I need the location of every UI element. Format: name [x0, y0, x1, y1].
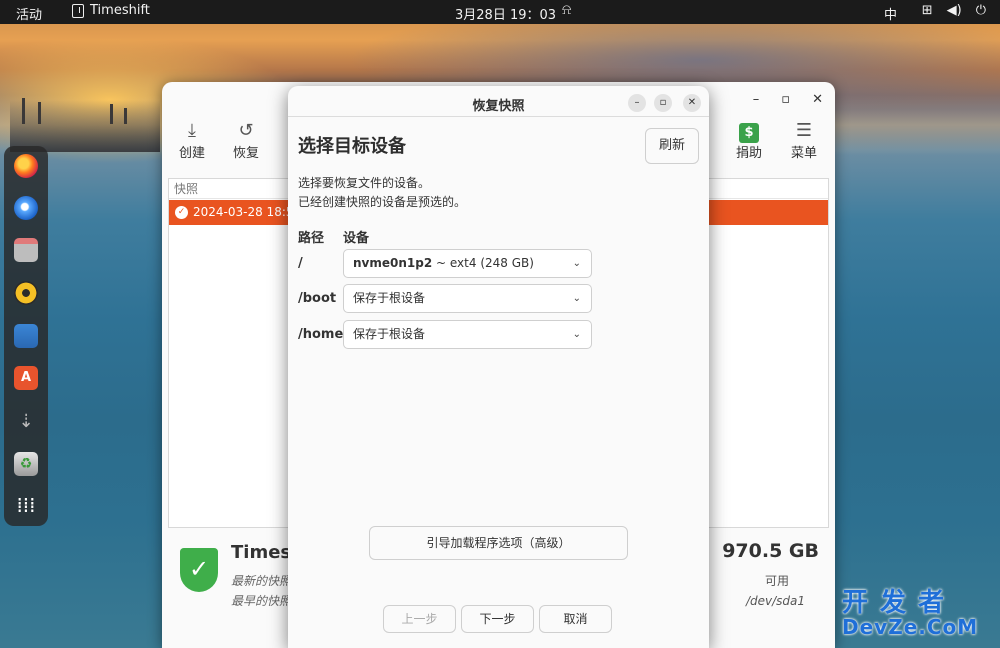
- page-heading: 选择目标设备: [298, 136, 406, 157]
- show-apps-icon[interactable]: ⁞⁞⁞: [14, 494, 38, 518]
- check-circle-icon: ✓: [175, 206, 188, 219]
- path-column-header: 路径: [298, 231, 325, 246]
- app-menu[interactable]: Timeshift: [72, 3, 150, 18]
- power-icon[interactable]: ⏻: [976, 3, 986, 18]
- title-separator: [288, 116, 709, 117]
- device-name: 保存于根设备: [353, 291, 426, 305]
- menu-label: 菜单: [790, 146, 817, 161]
- close-icon[interactable]: ✕: [812, 92, 823, 107]
- chevron-down-icon: ⌄: [572, 293, 581, 304]
- clock[interactable]: 3月28日 19：03: [455, 4, 556, 23]
- window-controls: – ▫ ✕: [753, 92, 823, 107]
- create-button[interactable]: ⤓ 创建: [172, 120, 212, 161]
- create-label: 创建: [178, 146, 205, 161]
- input-method-indicator[interactable]: 中: [884, 4, 897, 23]
- firefox-icon[interactable]: [14, 154, 38, 178]
- crane: [110, 104, 113, 124]
- chevron-down-icon: ⌄: [572, 258, 581, 269]
- rhythmbox-icon[interactable]: [14, 281, 38, 305]
- watermark-logo: 开发者 DevZe.CoM: [842, 582, 978, 639]
- next-button[interactable]: 下一步: [461, 605, 534, 633]
- donate-button[interactable]: $ 捐助: [729, 120, 769, 161]
- chevron-down-icon: ⌄: [572, 329, 581, 340]
- download-icon: ⤓: [188, 120, 196, 141]
- volume-icon[interactable]: ◀): [947, 3, 962, 18]
- cancel-button[interactable]: 取消: [539, 605, 612, 633]
- files-icon[interactable]: [14, 238, 38, 262]
- timeshift-app-icon: [72, 3, 84, 18]
- app-center-icon[interactable]: A: [14, 366, 38, 390]
- shield-check-icon: ✓: [180, 548, 218, 592]
- dollar-icon: $: [739, 123, 759, 143]
- menu-button[interactable]: ☰ 菜单: [784, 120, 824, 161]
- restore-button[interactable]: ↺ 恢复: [226, 120, 266, 161]
- bootloader-options-button[interactable]: 引导加载程序选项（高级）: [369, 526, 628, 560]
- writer-icon[interactable]: [14, 324, 38, 348]
- crane: [22, 98, 25, 124]
- path-boot: /boot: [298, 291, 337, 306]
- minimize-icon[interactable]: –: [628, 94, 646, 112]
- minimize-icon[interactable]: –: [753, 92, 760, 107]
- home-device-select[interactable]: 保存于根设备 ⌄: [343, 320, 592, 349]
- dock: A ⇣ ♻ ⁞⁞⁞: [4, 146, 48, 526]
- description-line-2: 已经创建快照的设备是预选的。: [298, 195, 467, 209]
- history-icon: ↺: [238, 120, 254, 141]
- path-home: /home: [298, 327, 344, 342]
- crane: [124, 108, 127, 124]
- restore-label: 恢复: [232, 146, 259, 161]
- device-column-header: 设备: [343, 231, 370, 246]
- close-icon[interactable]: ✕: [683, 94, 701, 112]
- top-bar: 活动 Timeshift 3月28日 19：03 ⍾ 中 ⊞ ◀) ⏻: [0, 0, 1000, 24]
- boot-device-select[interactable]: 保存于根设备 ⌄: [343, 284, 592, 313]
- device-detail: ~ ext4 (248 GB): [432, 256, 534, 270]
- thunderbird-icon[interactable]: [14, 196, 38, 220]
- latest-snapshot-label: 最新的快照: [231, 574, 292, 588]
- refresh-button[interactable]: 刷新: [645, 128, 699, 164]
- usb-icon[interactable]: ⇣: [14, 410, 38, 434]
- activities-button[interactable]: 活动: [16, 4, 42, 23]
- device-name: nvme0n1p2: [353, 256, 433, 270]
- hamburger-menu-icon: ☰: [795, 120, 813, 141]
- network-icon[interactable]: ⊞: [922, 3, 933, 18]
- oldest-snapshot-label: 最早的快照: [231, 594, 292, 608]
- device-name: 保存于根设备: [353, 327, 426, 341]
- root-device-select[interactable]: nvme0n1p2 ~ ext4 (248 GB) ⌄: [343, 249, 592, 278]
- app-name: Timeshift: [90, 3, 150, 18]
- trash-icon[interactable]: ♻: [14, 452, 38, 476]
- maximize-icon[interactable]: ▫: [781, 92, 790, 107]
- system-tray[interactable]: ⊞ ◀) ⏻: [922, 3, 986, 18]
- path-root: /: [298, 256, 303, 271]
- alarm-bell-icon: ⍾: [562, 2, 572, 18]
- maximize-icon[interactable]: ▫: [654, 94, 672, 112]
- port-silhouette: [10, 100, 160, 152]
- crane: [38, 102, 41, 124]
- disk-free-size: 970.5 GB: [722, 540, 819, 562]
- watermark-line-2: DevZe.CoM: [842, 615, 979, 639]
- disk-free-label: 可用: [764, 574, 789, 588]
- previous-button[interactable]: 上一步: [383, 605, 456, 633]
- restore-snapshot-dialog: 恢复快照 – ▫ ✕ 选择目标设备 刷新 选择要恢复文件的设备。 已经创建快照的…: [288, 86, 709, 648]
- watermark-line-1: 开发者: [842, 588, 957, 618]
- donate-label: 捐助: [735, 146, 762, 161]
- disk-device: /dev/sda1: [745, 594, 805, 608]
- description-line-1: 选择要恢复文件的设备。: [298, 176, 431, 190]
